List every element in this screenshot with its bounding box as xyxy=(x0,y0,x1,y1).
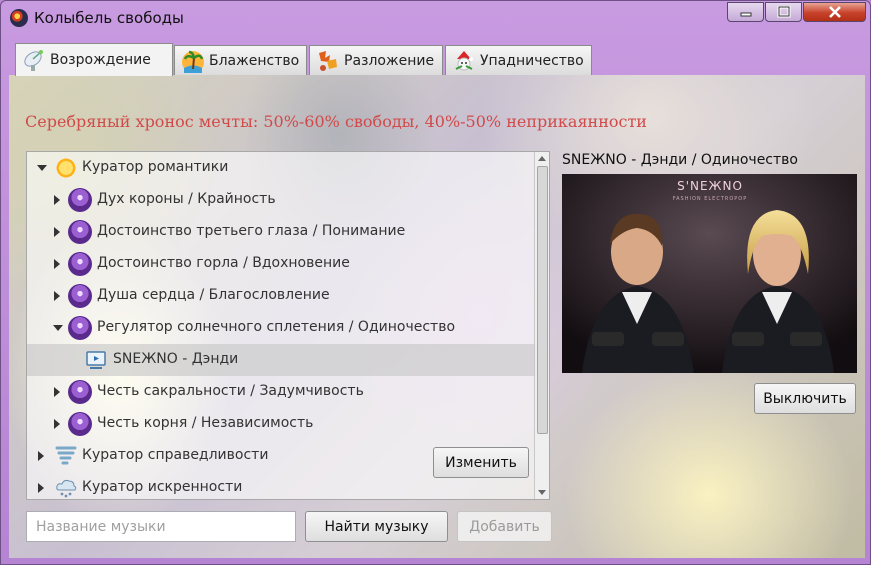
app-icon xyxy=(10,9,28,27)
expand-arrow-icon[interactable] xyxy=(54,291,60,301)
tree-item-root[interactable]: Честь корня / Независимость xyxy=(27,408,537,440)
cover-subtitle-text: FASHION ELECTROPOP xyxy=(673,196,748,202)
chakra-icon xyxy=(68,316,92,340)
tree-item-romance-curator[interactable]: Куратор романтики xyxy=(27,152,537,184)
satellite-dish-icon xyxy=(24,50,43,71)
chakra-icon xyxy=(68,188,92,212)
tree-item-label: Достоинство горла / Вдохновение xyxy=(97,255,350,271)
snow-cloud-icon xyxy=(56,479,77,498)
tab-label: Блаженство xyxy=(209,52,300,69)
autumn-leaves-icon xyxy=(319,50,337,71)
tree-item-sacral[interactable]: Честь сакральности / Задумчивость xyxy=(27,376,537,408)
minimize-button[interactable] xyxy=(727,2,764,22)
tree-item-throat[interactable]: Достоинство горла / Вдохновение xyxy=(27,248,537,280)
tree-item-label: SNEЖNO - Дэнди xyxy=(113,351,239,367)
expand-arrow-icon[interactable] xyxy=(38,451,44,461)
turn-off-button[interactable]: Выключить xyxy=(754,383,856,414)
tree-item-label: Душа сердца / Благословление xyxy=(97,287,330,303)
tree-item-label: Регулятор солнечного сплетения / Одиноче… xyxy=(97,319,456,335)
minimize-icon xyxy=(740,12,751,17)
expand-arrow-icon[interactable] xyxy=(38,483,44,493)
collapse-arrow-icon[interactable] xyxy=(37,165,47,171)
maximize-button[interactable] xyxy=(765,2,802,22)
tab-label: Упадничество xyxy=(480,52,584,69)
tree-item-crown[interactable]: Дух короны / Крайность xyxy=(27,184,537,216)
expand-arrow-icon[interactable] xyxy=(54,419,60,429)
now-playing-title: SNEЖNO - Дэнди / Одиночество xyxy=(562,152,798,168)
album-cover-image: S'NEЖNO FASHION ELECTROPOP xyxy=(562,174,857,373)
close-icon xyxy=(828,6,841,18)
change-button[interactable]: Изменить xyxy=(433,447,529,478)
expand-arrow-icon[interactable] xyxy=(54,227,60,237)
title-bar[interactable]: Колыбель свободы xyxy=(1,1,870,35)
chakra-icon xyxy=(68,380,92,404)
scrollbar-thumb[interactable] xyxy=(537,166,548,434)
tab-label: Разложение xyxy=(344,52,435,69)
tree-item-label: Честь корня / Независимость xyxy=(97,415,314,431)
chakra-icon xyxy=(68,252,92,276)
tree-item-solar-plexus[interactable]: Регулятор солнечного сплетения / Одиноче… xyxy=(27,312,537,344)
tree-item-label: Куратор романтики xyxy=(82,159,229,175)
tree-item-label: Дух короны / Крайность xyxy=(97,191,276,207)
maximize-icon xyxy=(777,6,790,18)
add-button[interactable]: Добавить xyxy=(457,511,552,542)
app-window: Колыбель свободы Возрождение Блаженство … xyxy=(0,0,871,565)
santa-snowman-icon xyxy=(455,50,473,70)
tree-item-heart[interactable]: Душа сердца / Благословление xyxy=(27,280,537,312)
cover-logo-text: S'NEЖNO xyxy=(677,179,743,193)
tree-item-label: Честь сакральности / Задумчивость xyxy=(97,383,364,399)
tree-item-label: Куратор искренности xyxy=(82,479,243,495)
page-headline: Серебряный хронос мечты: 50%-60% свободы… xyxy=(25,112,647,131)
tree-item-third-eye[interactable]: Достоинство третьего глаза / Понимание xyxy=(27,216,537,248)
close-button[interactable] xyxy=(803,2,866,22)
tv-icon xyxy=(86,351,106,369)
window-title: Колыбель свободы xyxy=(34,9,184,27)
tab-label: Возрождение xyxy=(50,52,151,68)
chakra-icon xyxy=(68,220,92,244)
tab-bliss[interactable]: Блаженство xyxy=(174,45,307,75)
find-music-button[interactable]: Найти музыку xyxy=(305,511,448,542)
tree-item-track-snezhno-dandy[interactable]: SNEЖNO - Дэнди xyxy=(27,344,537,376)
scroll-up-icon[interactable] xyxy=(538,156,546,161)
collapse-arrow-icon[interactable] xyxy=(53,325,63,331)
tree-scrollbar[interactable] xyxy=(534,152,549,499)
chakra-icon xyxy=(68,284,92,308)
tab-decay[interactable]: Разложение xyxy=(309,45,443,75)
scroll-down-icon[interactable] xyxy=(538,490,546,495)
music-name-input[interactable] xyxy=(26,511,296,542)
expand-arrow-icon[interactable] xyxy=(54,387,60,397)
tree-item-label: Куратор справедливости xyxy=(82,447,269,463)
tornado-icon xyxy=(55,446,77,465)
palm-tree-icon xyxy=(182,50,204,73)
sun-icon xyxy=(54,156,78,180)
tab-rebirth[interactable]: Возрождение xyxy=(15,43,173,76)
album-cover: S'NEЖNO FASHION ELECTROPOP xyxy=(562,174,857,373)
tree-item-label: Достоинство третьего глаза / Понимание xyxy=(97,223,406,239)
expand-arrow-icon[interactable] xyxy=(54,259,60,269)
expand-arrow-icon[interactable] xyxy=(54,195,60,205)
tab-decadence[interactable]: Упадничество xyxy=(445,45,592,75)
chakra-icon xyxy=(68,412,92,436)
